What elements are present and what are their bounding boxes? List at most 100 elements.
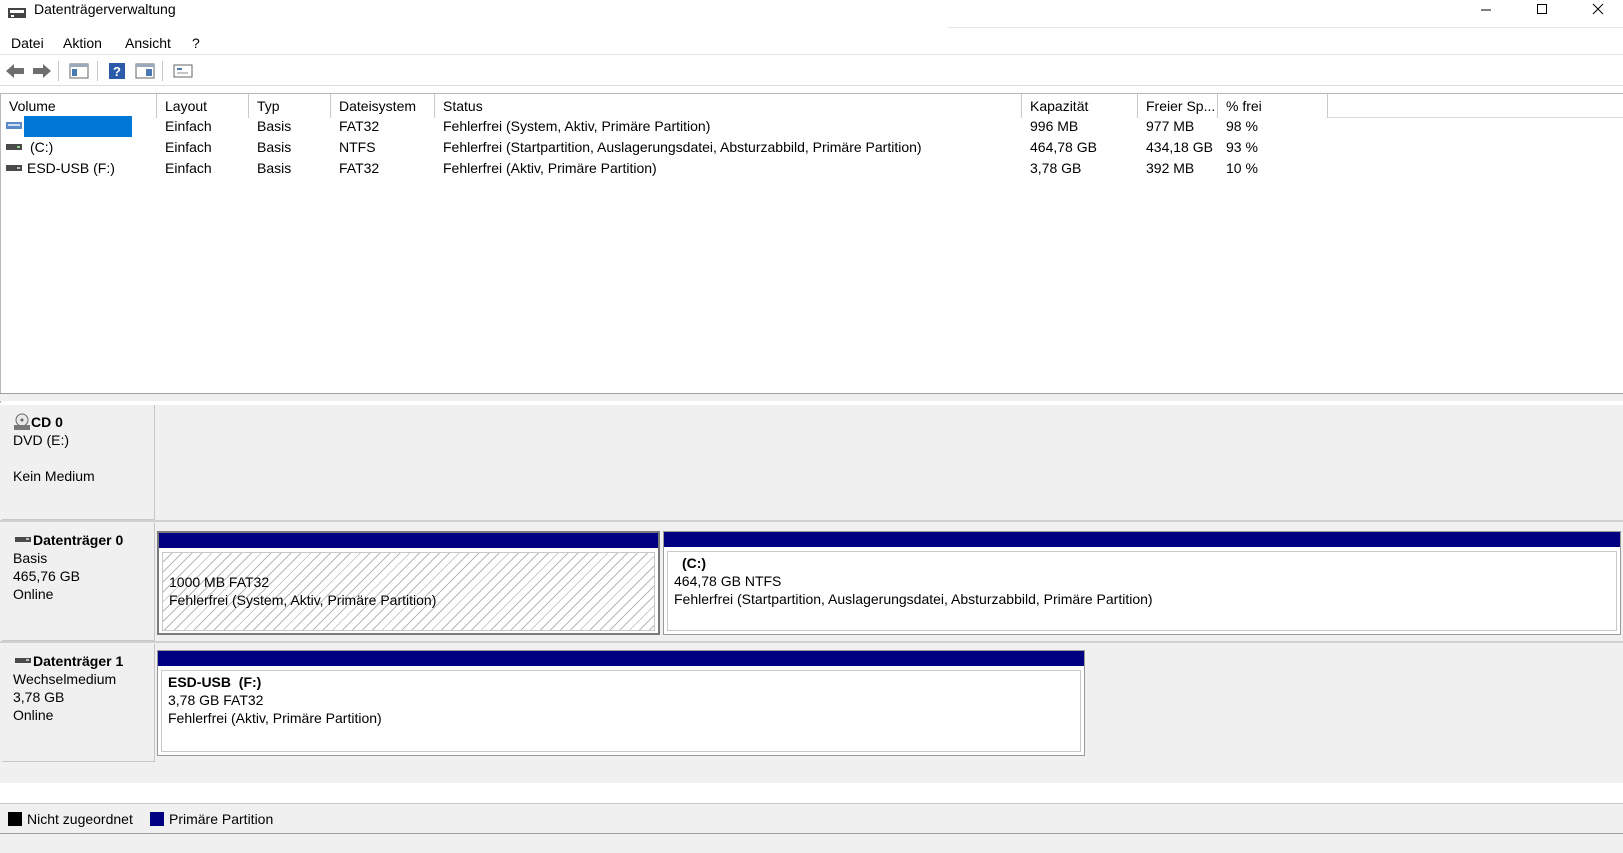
cell-prozent: 93 % (1226, 139, 1258, 155)
volume-list: Volume Layout Typ Dateisystem Status Kap… (0, 93, 1623, 403)
col-kapazitaet[interactable]: Kapazität (1022, 94, 1138, 118)
close-button[interactable] (1570, 0, 1623, 18)
partition-bar (664, 532, 1620, 547)
disk-type: Wechselmedium (13, 671, 117, 687)
cell-status: Fehlerfrei (Aktiv, Primäre Partition) (443, 160, 657, 176)
toolbar-separator (162, 61, 163, 81)
menu-ansicht[interactable]: Ansicht (125, 33, 171, 53)
partition-status: Fehlerfrei (Startpartition, Auslagerungs… (674, 591, 1153, 607)
col-volume[interactable]: Volume (1, 94, 157, 118)
selection-highlight (24, 116, 132, 137)
cell-frei: 977 MB (1146, 118, 1195, 134)
console-icon (173, 64, 193, 78)
disk-label-disk0[interactable]: Datenträger 0 Basis 465,76 GB Online (2, 523, 155, 641)
disk-label-cd0[interactable]: CD 0 DVD (E:) Kein Medium (2, 405, 155, 520)
partition-body: ESD-USB (F:) 3,78 GB FAT32 Fehlerfrei (A… (161, 670, 1081, 752)
cell-layout: Einfach (165, 118, 212, 134)
legend-unallocated: Nicht zugeordnet (8, 811, 133, 827)
col-typ[interactable]: Typ (249, 94, 331, 118)
properties-button[interactable] (134, 61, 156, 81)
disk-status: Kein Medium (13, 468, 95, 484)
legend-primary: Primäre Partition (150, 811, 273, 827)
forward-icon (33, 64, 51, 78)
col-status[interactable]: Status (435, 94, 1022, 118)
partition-bar (158, 651, 1084, 666)
disk-size: 3,78 GB (13, 689, 65, 705)
drive-icon (6, 165, 22, 171)
properties-icon (135, 63, 155, 79)
cell-typ: Basis (257, 160, 292, 176)
svg-text:?: ? (113, 64, 121, 79)
toolbar: ? (0, 56, 1623, 86)
partition-body: (C:) 464,78 GB NTFS Fehlerfrei (Startpar… (667, 551, 1617, 631)
hard-disk-icon (15, 537, 31, 542)
menu-aktion[interactable]: Aktion (63, 33, 102, 53)
maximize-button[interactable] (1514, 0, 1570, 18)
legend-swatch (150, 812, 164, 826)
partition-esd-usb[interactable]: ESD-USB (F:) 3,78 GB FAT32 Fehlerfrei (A… (157, 650, 1085, 756)
cell-dateisystem: NTFS (339, 139, 376, 155)
legend-swatch (8, 812, 22, 826)
disk-row-disk0: Datenträger 0 Basis 465,76 GB Online 100… (0, 523, 1623, 641)
cell-kapazitaet: 996 MB (1030, 118, 1079, 134)
cell-kapazitaet: 464,78 GB (1030, 139, 1097, 155)
cell-layout: Einfach (165, 160, 212, 176)
drive-icon (6, 122, 22, 129)
cell-status: Fehlerfrei (System, Aktiv, Primäre Parti… (443, 118, 711, 134)
disk-type: DVD (E:) (13, 432, 69, 448)
drive-icon (6, 144, 22, 150)
row-separator (0, 520, 1623, 522)
volume-list-header: Volume Layout Typ Dateisystem Status Kap… (1, 94, 1623, 118)
partition-body: 1000 MB FAT32 Fehlerfrei (System, Aktiv,… (162, 552, 655, 631)
cell-typ: Basis (257, 118, 292, 134)
col-freier-speicher[interactable]: Freier Sp... (1138, 94, 1218, 118)
console-button[interactable] (172, 61, 194, 81)
table-row[interactable]: (C:) Einfach Basis NTFS Fehlerfrei (Star… (1, 137, 1623, 158)
menu-help[interactable]: ? (192, 33, 200, 53)
disk-size: 465,76 GB (13, 568, 80, 584)
menu-datei[interactable]: Datei (11, 33, 44, 53)
help-icon: ? (109, 63, 125, 79)
cd-drive-icon (14, 413, 30, 430)
removable-disk-icon (15, 658, 31, 663)
cell-frei: 392 MB (1146, 160, 1195, 176)
panel-button[interactable] (68, 61, 90, 81)
partition-c[interactable]: (C:) 464,78 GB NTFS Fehlerfrei (Startpar… (663, 531, 1621, 635)
table-row[interactable]: ESD-USB (F:) Einfach Basis FAT32 Fehlerf… (1, 158, 1623, 179)
cell-dateisystem: FAT32 (339, 160, 380, 176)
partition-system[interactable]: 1000 MB FAT32 Fehlerfrei (System, Aktiv,… (157, 531, 660, 635)
row-separator (0, 641, 1623, 643)
table-row[interactable]: Einfach Basis FAT32 Fehlerfrei (System, … (1, 116, 1623, 137)
status-bar (0, 833, 1623, 853)
window-title: Datenträgerverwaltung (34, 1, 176, 17)
close-icon (1592, 3, 1604, 15)
partition-bar (159, 533, 658, 548)
partition-size: 1000 MB FAT32 (169, 574, 270, 590)
cell-typ: Basis (257, 139, 292, 155)
col-prozent-frei[interactable]: % frei (1218, 94, 1328, 118)
partition-title: (C:) (682, 555, 707, 571)
col-layout[interactable]: Layout (157, 94, 249, 118)
toolbar-separator (97, 61, 98, 81)
partition-status: Fehlerfrei (System, Aktiv, Primäre Parti… (169, 592, 437, 608)
disk-status: Online (13, 707, 54, 723)
back-button[interactable] (4, 61, 26, 81)
forward-button[interactable] (31, 61, 53, 81)
col-dateisystem[interactable]: Dateisystem (331, 94, 435, 118)
minimize-button[interactable] (1458, 0, 1514, 18)
disk-name: Datenträger 1 (33, 653, 124, 669)
pane-splitter[interactable] (0, 393, 1623, 401)
cell-dateisystem: FAT32 (339, 118, 380, 134)
partition-size: 3,78 GB FAT32 (168, 692, 264, 708)
disk-label-disk1[interactable]: Datenträger 1 Wechselmedium 3,78 GB Onli… (2, 644, 155, 762)
legend-label: Primäre Partition (169, 811, 274, 827)
disk-name: CD 0 (31, 414, 63, 430)
partition-title (169, 555, 654, 573)
cell-volume: ESD-USB (F:) (27, 160, 115, 176)
partition-size: 464,78 GB NTFS (674, 573, 782, 589)
menu-bar: Datei Aktion Ansicht ? (0, 31, 1623, 55)
disk-management-app-icon (8, 8, 26, 18)
cell-kapazitaet: 3,78 GB (1030, 160, 1082, 176)
legend-label: Nicht zugeordnet (27, 811, 133, 827)
help-button[interactable]: ? (106, 61, 128, 81)
